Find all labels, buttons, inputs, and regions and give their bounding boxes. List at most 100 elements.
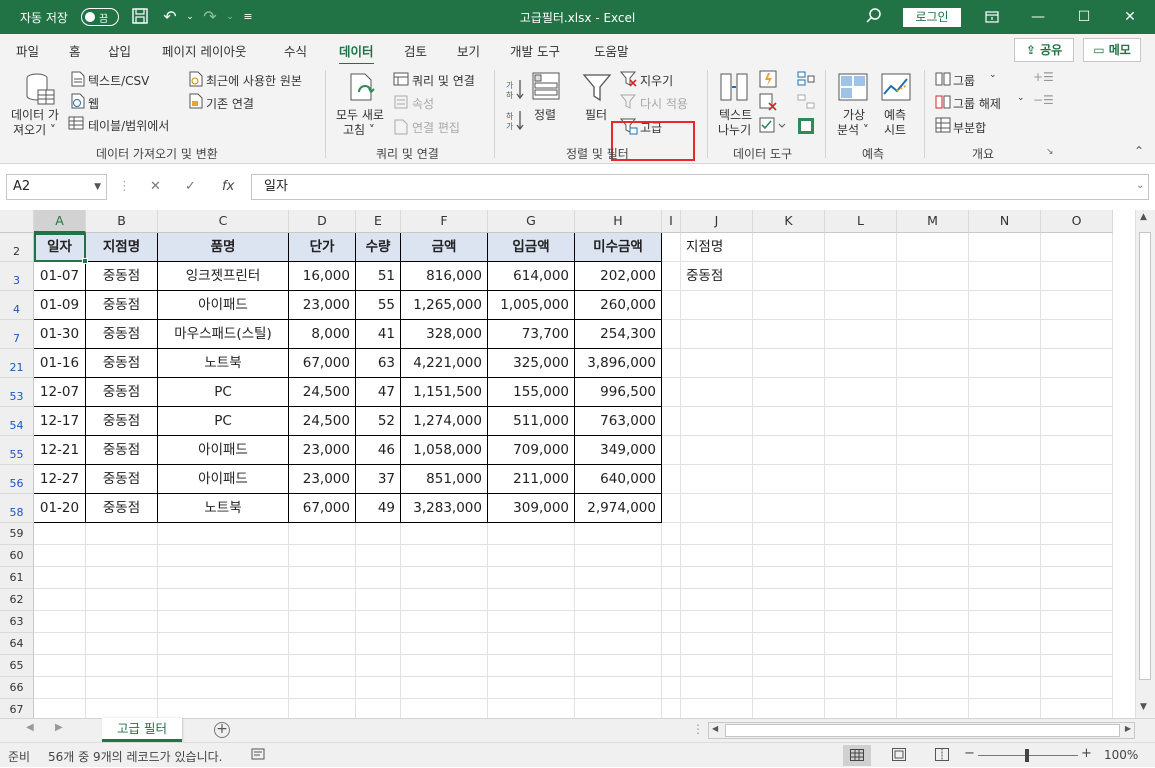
- table-cell[interactable]: 중동점: [86, 465, 158, 494]
- row-header[interactable]: 61: [0, 567, 34, 589]
- zoom-in-icon[interactable]: +: [1081, 746, 1092, 761]
- empty-cell[interactable]: [575, 611, 662, 633]
- empty-cell[interactable]: [753, 523, 825, 545]
- empty-cell[interactable]: [488, 699, 575, 718]
- empty-cell[interactable]: [825, 262, 897, 291]
- empty-cell[interactable]: [488, 677, 575, 699]
- table-cell[interactable]: 노트북: [158, 494, 289, 523]
- empty-cell[interactable]: [34, 589, 86, 611]
- table-cell[interactable]: 1,151,500: [401, 378, 488, 407]
- empty-cell[interactable]: [401, 655, 488, 677]
- consolidate-icon[interactable]: [797, 70, 815, 91]
- empty-cell[interactable]: [575, 677, 662, 699]
- maximize-icon[interactable]: ☐: [1061, 0, 1107, 34]
- empty-cell[interactable]: [753, 633, 825, 655]
- web-button[interactable]: 웹: [88, 95, 99, 112]
- table-cell[interactable]: 51: [356, 262, 401, 291]
- empty-cell[interactable]: [662, 378, 681, 407]
- cancel-icon[interactable]: ✕: [150, 179, 161, 194]
- column-header-d[interactable]: D: [289, 210, 356, 233]
- table-cell[interactable]: 마우스패드(스틸): [158, 320, 289, 349]
- empty-cell[interactable]: [681, 523, 753, 545]
- table-cell[interactable]: 12-21: [34, 436, 86, 465]
- relationships-icon[interactable]: [797, 93, 815, 114]
- table-cell[interactable]: 47: [356, 378, 401, 407]
- empty-cell[interactable]: [356, 545, 401, 567]
- column-header-e[interactable]: E: [356, 210, 401, 233]
- empty-cell[interactable]: [969, 378, 1041, 407]
- row-header[interactable]: 53: [0, 378, 34, 407]
- empty-cell[interactable]: [1041, 523, 1113, 545]
- spreadsheet-grid[interactable]: ABCDEFGHIJKLMNO 2 3 4 7 21 53 54 55 56 58 59 60 61 62…: [0, 210, 1155, 718]
- empty-cell[interactable]: [158, 589, 289, 611]
- table-cell[interactable]: 중동점: [86, 378, 158, 407]
- empty-cell[interactable]: [158, 545, 289, 567]
- table-header-cell[interactable]: 지점명: [86, 233, 158, 262]
- empty-cell[interactable]: [825, 611, 897, 633]
- empty-cell[interactable]: [488, 655, 575, 677]
- column-header-n[interactable]: N: [969, 210, 1041, 233]
- empty-cell[interactable]: [289, 633, 356, 655]
- empty-cell[interactable]: [969, 545, 1041, 567]
- empty-cell[interactable]: [86, 545, 158, 567]
- empty-cell[interactable]: [969, 589, 1041, 611]
- data-validation-icon[interactable]: [759, 117, 787, 138]
- subtotal-button[interactable]: 부분합: [953, 119, 986, 136]
- text-to-columns-line2[interactable]: 나누기: [718, 121, 751, 138]
- table-cell[interactable]: 46: [356, 436, 401, 465]
- empty-cell[interactable]: [575, 655, 662, 677]
- zoom-out-icon[interactable]: −: [964, 746, 975, 761]
- empty-cell[interactable]: [681, 465, 753, 494]
- page-layout-view-icon[interactable]: [892, 748, 906, 764]
- scroll-right-icon[interactable]: ▶: [1125, 724, 1131, 733]
- row-header[interactable]: 58: [0, 494, 34, 523]
- empty-cell[interactable]: [681, 633, 753, 655]
- empty-cell[interactable]: [897, 545, 969, 567]
- row-header[interactable]: 65: [0, 655, 34, 677]
- search-icon[interactable]: [865, 7, 885, 27]
- empty-cell[interactable]: [1041, 545, 1113, 567]
- empty-cell[interactable]: [681, 655, 753, 677]
- empty-cell[interactable]: [681, 494, 753, 523]
- empty-cell[interactable]: [825, 320, 897, 349]
- table-cell[interactable]: 01-16: [34, 349, 86, 378]
- empty-cell[interactable]: [575, 567, 662, 589]
- group-dropdown-icon[interactable]: ⌄: [989, 70, 997, 80]
- empty-cell[interactable]: [488, 611, 575, 633]
- empty-cell[interactable]: [289, 677, 356, 699]
- table-header-cell[interactable]: 품명: [158, 233, 289, 262]
- table-cell[interactable]: 349,000: [575, 436, 662, 465]
- refresh-all-line2[interactable]: 고침 ˅: [343, 121, 375, 138]
- empty-cell[interactable]: [158, 611, 289, 633]
- queries-connections-button[interactable]: 쿼리 및 연결: [412, 72, 475, 89]
- empty-cell[interactable]: [681, 611, 753, 633]
- flash-fill-icon[interactable]: [759, 70, 777, 91]
- select-all-corner[interactable]: [0, 210, 34, 233]
- row-header[interactable]: 67: [0, 699, 34, 718]
- empty-cell[interactable]: [86, 633, 158, 655]
- column-header-f[interactable]: F: [401, 210, 488, 233]
- empty-cell[interactable]: [401, 589, 488, 611]
- show-detail-icon[interactable]: +☰: [1033, 70, 1054, 84]
- table-cell[interactable]: 2,974,000: [575, 494, 662, 523]
- tab-developer[interactable]: 개발 도구: [510, 41, 560, 60]
- empty-cell[interactable]: [969, 465, 1041, 494]
- empty-cell[interactable]: [681, 699, 753, 718]
- empty-cell[interactable]: [1041, 262, 1113, 291]
- empty-cell[interactable]: [825, 349, 897, 378]
- table-cell[interactable]: 중동점: [86, 436, 158, 465]
- empty-cell[interactable]: [1041, 378, 1113, 407]
- sort-az-icon[interactable]: 가하: [505, 78, 525, 103]
- empty-cell[interactable]: [969, 677, 1041, 699]
- empty-cell[interactable]: [969, 494, 1041, 523]
- name-box[interactable]: A2 ▼: [6, 174, 107, 200]
- empty-cell[interactable]: [1041, 291, 1113, 320]
- table-cell[interactable]: 640,000: [575, 465, 662, 494]
- table-cell[interactable]: 중동점: [86, 407, 158, 436]
- table-cell[interactable]: 아이패드: [158, 465, 289, 494]
- vertical-scrollbar[interactable]: ▲ ▼: [1135, 210, 1155, 718]
- login-button[interactable]: 로그인: [903, 8, 961, 27]
- empty-cell[interactable]: [825, 589, 897, 611]
- empty-cell[interactable]: [662, 545, 681, 567]
- sheet-nav-next-icon[interactable]: ▶: [55, 722, 63, 733]
